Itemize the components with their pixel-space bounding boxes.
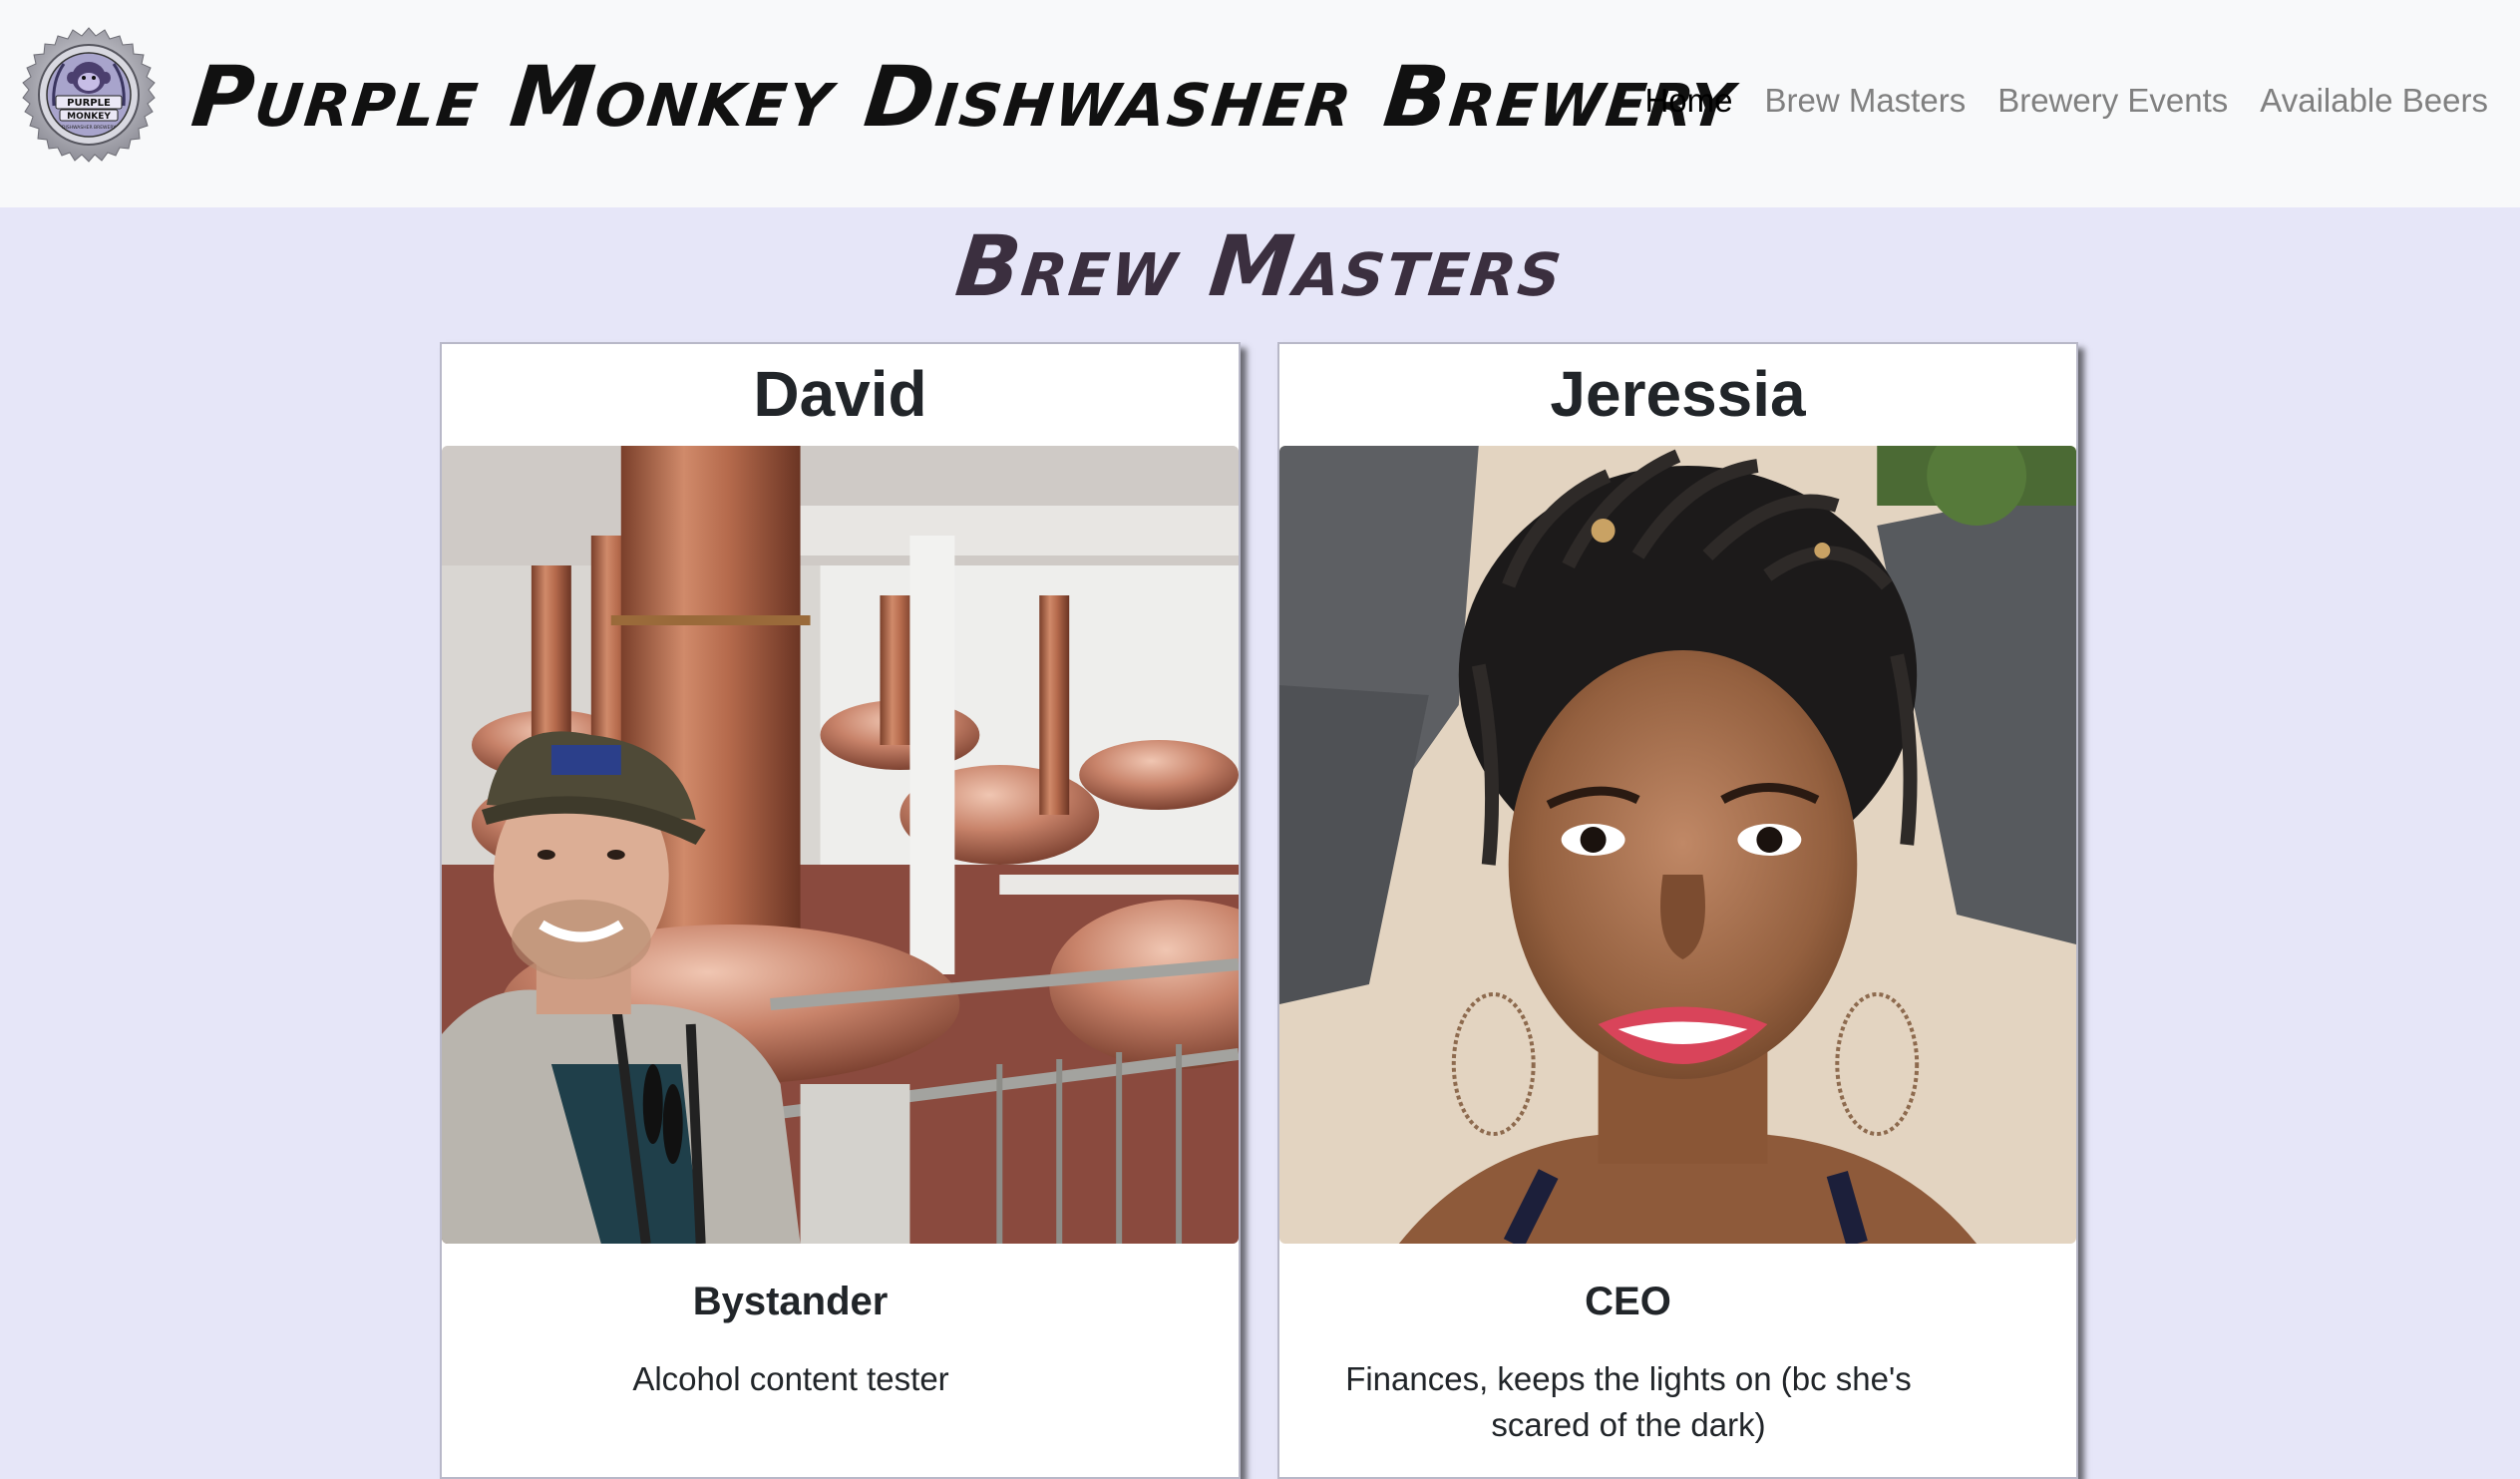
- page-title: Brew Masters: [951, 217, 1569, 315]
- brew-master-photo: [1279, 446, 2076, 1244]
- nav-available-beers[interactable]: Available Beers: [2260, 82, 2488, 120]
- card-role: Bystander: [692, 1280, 889, 1323]
- nav-home[interactable]: Home: [1644, 82, 1732, 120]
- card-name: David: [753, 358, 927, 430]
- brew-master-card: Jeressia CEO Finances, keeps the lights …: [1277, 342, 2078, 1479]
- navbar: PURPLE MONKEY DISHWASHER BREWERY Purple …: [0, 0, 2520, 207]
- brew-master-photo: [442, 446, 1239, 1244]
- brew-master-card: David Bystander Alcohol content tester: [440, 342, 1241, 1479]
- beach-selfie-image: [1279, 446, 2076, 1244]
- nav-brewery-events[interactable]: Brewery Events: [1997, 82, 2228, 120]
- card-role: CEO: [1585, 1280, 1671, 1323]
- bottle-cap-logo-icon: PURPLE MONKEY DISHWASHER BREWERY: [22, 27, 156, 163]
- card-description: Finances, keeps the lights on (bc she's …: [1345, 1360, 1912, 1443]
- logo-text-top: PURPLE: [67, 98, 111, 109]
- card-description: Alcohol content tester: [632, 1360, 949, 1397]
- main-nav: Home Brew Masters Brewery Events Availab…: [1644, 82, 2488, 120]
- brewery-selfie-image: [442, 446, 1239, 1244]
- nav-brew-masters[interactable]: Brew Masters: [1764, 82, 1966, 120]
- brewery-logo[interactable]: PURPLE MONKEY DISHWASHER BREWERY: [14, 26, 164, 176]
- brand-name[interactable]: Purple Monkey Dishwasher Brewery: [187, 48, 1741, 146]
- logo-text-small: DISHWASHER BREWERY: [62, 125, 116, 131]
- card-name: Jeressia: [1550, 358, 1806, 430]
- logo-text-bottom: MONKEY: [67, 112, 111, 122]
